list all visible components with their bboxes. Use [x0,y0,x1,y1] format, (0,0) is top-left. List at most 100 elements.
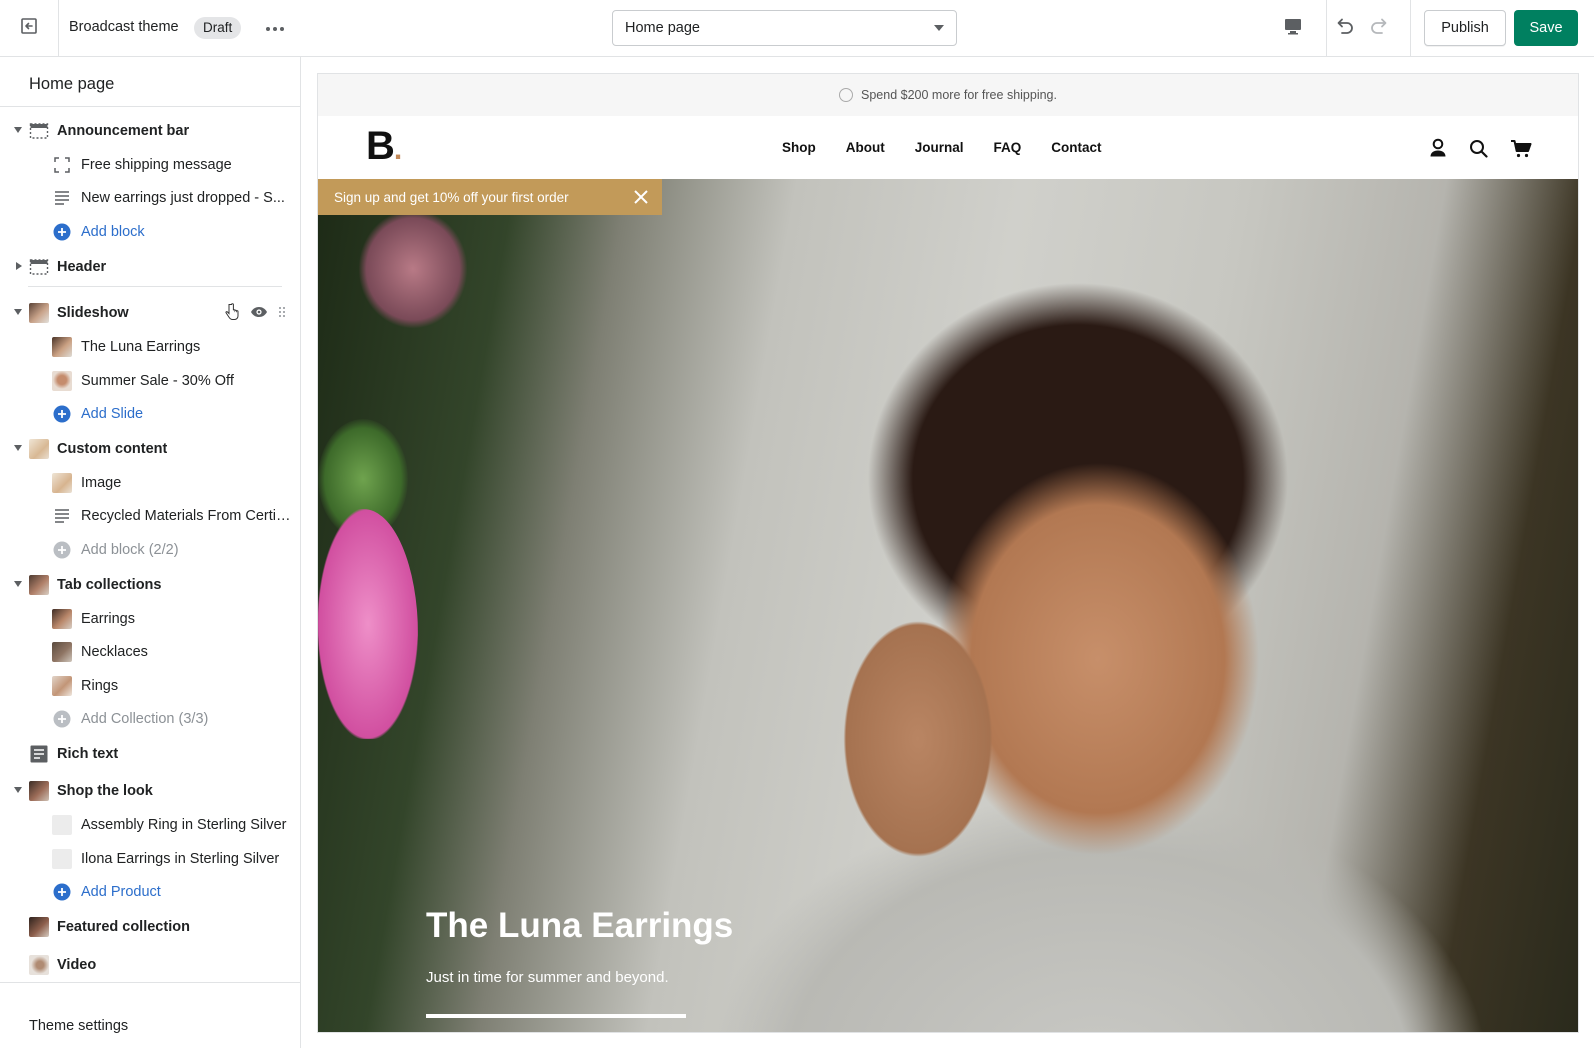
section-shop-the-look[interactable]: Shop the look [0,775,300,807]
section-layout-icon [29,121,49,141]
expand-arrow-icon[interactable] [14,787,22,793]
section-tab-collections[interactable]: Tab collections [0,569,300,601]
expand-arrow-icon[interactable] [16,262,22,270]
sections-sidebar: Home page Announcement bar Free shipping… [0,57,301,1048]
section-video[interactable]: Video [0,949,300,981]
progress-circle-icon [839,88,854,102]
toolbar-divider [1326,0,1327,56]
exit-icon [19,16,39,41]
announcement-bar: Spend $200 more for free shipping. [318,74,1578,116]
block-new-earrings-text[interactable]: New earrings just dropped - S... [0,182,300,214]
redo-icon [1369,15,1391,42]
block-label: Assembly Ring in Sterling Silver [81,817,287,833]
expand-arrow-icon[interactable] [14,445,22,451]
nav-contact[interactable]: Contact [1051,140,1101,155]
block-slide-summer-sale[interactable]: Summer Sale - 30% Off [0,365,300,397]
section-thumbnail [29,439,49,459]
text-lines-icon [52,506,72,526]
add-product-label: Add Product [81,884,161,900]
slide-thumbnail [52,337,72,357]
slide-heading: The Luna Earrings [426,906,734,945]
section-featured-collection[interactable]: Featured collection [0,911,300,943]
more-actions-button[interactable] [260,14,290,42]
announcement-text: Spend $200 more for free shipping. [861,88,1057,102]
block-label: Summer Sale - 30% Off [81,373,234,389]
save-button[interactable]: Save [1514,10,1578,46]
block-label: Ilona Earrings in Sterling Silver [81,851,280,867]
eye-icon[interactable] [250,306,268,322]
block-product-assembly-ring[interactable]: Assembly Ring in Sterling Silver [0,809,300,841]
store-header-icons [1429,138,1532,163]
store-preview: Spend $200 more for free shipping. B. Sh… [317,73,1579,1033]
row-actions [224,303,286,325]
theme-settings-link[interactable]: Theme settings [29,1018,128,1034]
search-icon[interactable] [1469,139,1488,163]
block-image[interactable]: Image [0,467,300,499]
section-thumbnail [29,917,49,937]
section-custom-content[interactable]: Custom content [0,433,300,465]
block-label: Image [81,475,122,491]
section-label: Announcement bar [57,123,190,139]
cart-icon[interactable] [1510,139,1532,163]
section-header[interactable]: Header [0,251,300,283]
block-label: Free shipping message [81,157,232,173]
block-slide-luna-earrings[interactable]: The Luna Earrings [0,331,300,363]
section-announcement-bar[interactable]: Announcement bar [0,115,300,147]
section-label: Header [57,259,107,275]
rich-text-icon [29,744,49,764]
text-lines-icon [52,188,72,208]
add-block-label: Add block (2/2) [81,542,179,558]
section-rich-text[interactable]: Rich text [0,738,300,770]
sidebar-divider [28,286,282,287]
promo-popup-bar[interactable]: Sign up and get 10% off your first order [318,179,662,215]
page-selector-value: Home page [625,20,700,36]
plus-circle-icon [52,882,72,902]
publish-button[interactable]: Publish [1424,10,1506,46]
block-collection-necklaces[interactable]: Necklaces [0,636,300,668]
undo-button[interactable] [1328,12,1360,44]
section-label: Featured collection [57,919,190,935]
block-product-ilona-earrings[interactable]: Ilona Earrings in Sterling Silver [0,843,300,875]
collection-thumbnail [52,642,72,662]
add-slide-button[interactable]: Add Slide [0,398,300,430]
pointer-cursor-icon [224,303,240,325]
desktop-view-button[interactable] [1276,12,1310,44]
exit-editor-button[interactable] [0,0,59,56]
slideshow-hero-image[interactable] [318,179,1578,1032]
section-slideshow[interactable]: Slideshow [0,297,300,329]
logo-dot: . [393,133,402,166]
block-free-shipping-message[interactable]: Free shipping message [0,149,300,181]
nav-shop[interactable]: Shop [782,140,816,155]
block-collection-earrings[interactable]: Earrings [0,603,300,635]
drag-handle-icon[interactable] [278,306,286,322]
add-product-button[interactable]: Add Product [0,876,300,908]
section-thumbnail [29,303,49,323]
redo-button[interactable] [1364,12,1396,44]
add-block-button[interactable]: Add block [0,216,300,248]
section-label: Custom content [57,441,168,457]
nav-journal[interactable]: Journal [915,140,964,155]
store-logo[interactable]: B. [366,124,402,169]
block-collection-rings[interactable]: Rings [0,670,300,702]
section-label: Slideshow [57,305,129,321]
undo-icon [1333,15,1355,42]
block-label: Earrings [81,611,135,627]
account-icon[interactable] [1429,138,1447,163]
theme-name: Broadcast theme [69,19,179,35]
hero-decor [318,509,418,739]
slide-progress-line [426,1014,686,1018]
expand-arrow-icon[interactable] [14,127,22,133]
page-selector[interactable]: Home page [612,10,957,46]
close-icon[interactable] [632,188,650,206]
expand-arrow-icon[interactable] [14,581,22,587]
block-label: Rings [81,678,119,694]
nav-about[interactable]: About [846,140,885,155]
block-label: Recycled Materials From Certif... [81,508,291,524]
sidebar-divider [0,106,300,107]
expand-arrow-icon[interactable] [14,309,22,315]
nav-faq[interactable]: FAQ [994,140,1022,155]
promo-text: Sign up and get 10% off your first order [334,189,569,205]
block-recycled-materials[interactable]: Recycled Materials From Certif... [0,500,300,532]
plus-circle-icon [52,540,72,560]
add-collection-label: Add Collection (3/3) [81,711,209,727]
